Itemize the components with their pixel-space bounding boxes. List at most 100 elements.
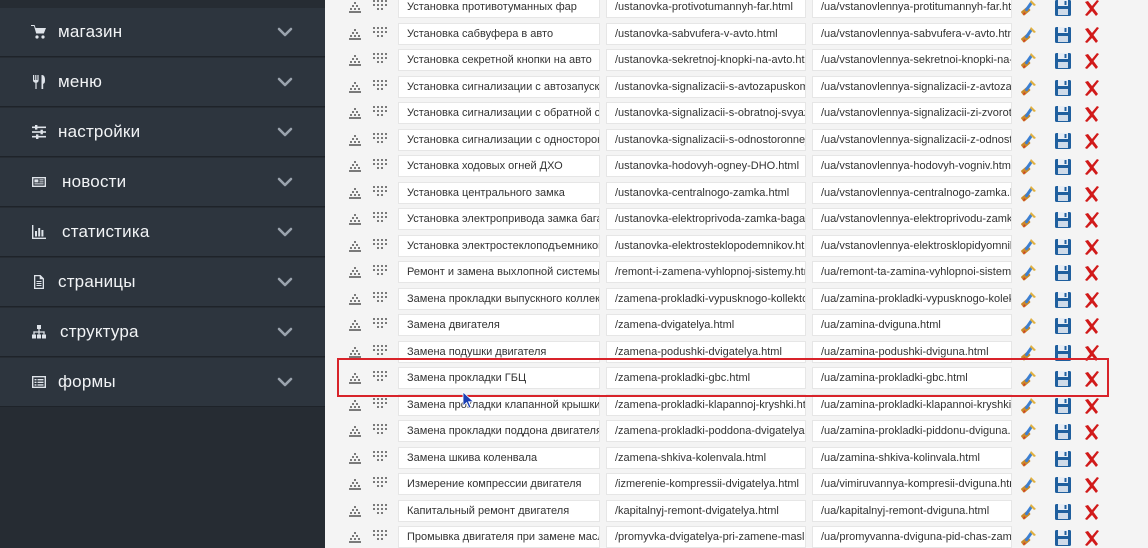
page-url-input[interactable]: /zamena-shkiva-kolenvala.html bbox=[606, 446, 806, 469]
delete-icon[interactable] bbox=[1082, 104, 1102, 124]
reorder-handle-icon[interactable] bbox=[373, 159, 387, 169]
page-url-input[interactable]: /izmerenie-kompressii-dvigatelya.html bbox=[606, 473, 806, 495]
drag-handle-icon[interactable] bbox=[349, 81, 361, 93]
edit-tools-icon[interactable] bbox=[1019, 131, 1039, 151]
page-url-input[interactable]: /ustanovka-sekretnoj-knopki-na-avto.html bbox=[606, 49, 806, 71]
sidebar-item-forms[interactable]: формы bbox=[0, 358, 325, 407]
reorder-handle-icon[interactable] bbox=[373, 450, 387, 461]
edit-tools-icon[interactable] bbox=[1019, 290, 1039, 310]
edit-tools-icon[interactable] bbox=[1019, 396, 1039, 416]
chevron-down-icon[interactable] bbox=[276, 23, 294, 41]
edit-tools-icon[interactable] bbox=[1019, 502, 1039, 522]
page-name-input[interactable]: Установка электростеклоподъемников bbox=[398, 234, 600, 257]
page-ua-url-input[interactable]: /ua/vstanovlennya-signalizacii-z-odnosto… bbox=[812, 128, 1012, 151]
save-icon[interactable] bbox=[1053, 396, 1073, 416]
save-icon[interactable] bbox=[1053, 104, 1073, 124]
page-url-input[interactable]: /ustanovka-signalizacii-s-avtozapuskom.h… bbox=[606, 75, 806, 98]
delete-icon[interactable] bbox=[1082, 290, 1102, 310]
page-name-input[interactable]: Замена шкива коленвала bbox=[398, 446, 600, 469]
delete-icon[interactable] bbox=[1082, 157, 1102, 177]
drag-handle-icon[interactable] bbox=[349, 214, 361, 225]
drag-handle-icon[interactable] bbox=[349, 161, 361, 172]
page-ua-url-input[interactable]: /ua/zamina-prokladki-piddonu-dviguna.htm… bbox=[812, 420, 1012, 442]
page-name-input[interactable]: Замена двигателя bbox=[398, 314, 600, 336]
drag-handle-icon[interactable] bbox=[349, 293, 361, 305]
save-icon[interactable] bbox=[1053, 210, 1073, 230]
page-url-input[interactable]: /ustanovka-protivotumannyh-far.html bbox=[606, 0, 806, 18]
save-icon[interactable] bbox=[1053, 51, 1073, 71]
page-name-input[interactable]: Установка сигнализации с автозапуском bbox=[398, 75, 600, 98]
delete-icon[interactable] bbox=[1082, 369, 1102, 389]
save-icon[interactable] bbox=[1053, 343, 1073, 363]
edit-tools-icon[interactable] bbox=[1019, 263, 1039, 283]
reorder-handle-icon[interactable] bbox=[373, 530, 387, 540]
delete-icon[interactable] bbox=[1082, 131, 1102, 151]
page-ua-url-input[interactable]: /ua/vstanovlennya-sabvufera-v-avto.html bbox=[812, 22, 1012, 45]
sidebar-item-news[interactable]: новости bbox=[0, 158, 325, 207]
page-name-input[interactable]: Установка ходовых огней ДХО bbox=[398, 155, 600, 177]
chevron-down-icon[interactable] bbox=[276, 323, 294, 341]
delete-icon[interactable] bbox=[1082, 263, 1102, 283]
edit-tools-icon[interactable] bbox=[1019, 316, 1039, 336]
save-icon[interactable] bbox=[1053, 502, 1073, 522]
save-icon[interactable] bbox=[1053, 131, 1073, 151]
delete-icon[interactable] bbox=[1082, 528, 1102, 548]
sidebar-item-statistics[interactable]: статистика bbox=[0, 208, 325, 257]
page-ua-url-input[interactable]: /ua/vstanovlennya-elektrosklopidyomnikiv… bbox=[812, 234, 1012, 257]
delete-icon[interactable] bbox=[1082, 78, 1102, 98]
page-name-input[interactable]: Замена прокладки поддона двигателя bbox=[398, 420, 600, 442]
reorder-handle-icon[interactable] bbox=[373, 132, 387, 143]
delete-icon[interactable] bbox=[1082, 396, 1102, 416]
save-icon[interactable] bbox=[1053, 475, 1073, 495]
chevron-down-icon[interactable] bbox=[276, 373, 294, 391]
page-ua-url-input[interactable]: /ua/zamina-prokladki-vypusknogo-kolektor… bbox=[812, 287, 1012, 310]
edit-tools-icon[interactable] bbox=[1019, 104, 1039, 124]
drag-handle-icon[interactable] bbox=[349, 532, 361, 543]
reorder-handle-icon[interactable] bbox=[373, 397, 387, 408]
delete-icon[interactable] bbox=[1082, 449, 1102, 469]
sidebar-item-structure[interactable]: структура bbox=[0, 308, 325, 357]
sidebar-item-menu[interactable]: меню bbox=[0, 58, 325, 107]
edit-tools-icon[interactable] bbox=[1019, 78, 1039, 98]
page-ua-url-input[interactable]: /ua/zamina-prokladki-klapannoi-kryshki.h… bbox=[812, 393, 1012, 416]
page-name-input[interactable]: Установка сабвуфера в авто bbox=[398, 22, 600, 45]
drag-handle-icon[interactable] bbox=[349, 134, 361, 146]
reorder-handle-icon[interactable] bbox=[373, 371, 387, 381]
page-url-input[interactable]: /ustanovka-centralnogo-zamka.html bbox=[606, 181, 806, 204]
page-url-input[interactable]: /ustanovka-hodovyh-ogney-DHO.html bbox=[606, 155, 806, 177]
edit-tools-icon[interactable] bbox=[1019, 237, 1039, 257]
page-name-input[interactable]: Промывка двигателя при замене масла bbox=[398, 526, 600, 548]
page-url-input[interactable]: /ustanovka-elektroprivoda-zamka-bagazhni… bbox=[606, 208, 806, 230]
edit-tools-icon[interactable] bbox=[1019, 0, 1039, 18]
reorder-handle-icon[interactable] bbox=[373, 424, 387, 434]
delete-icon[interactable] bbox=[1082, 502, 1102, 522]
edit-tools-icon[interactable] bbox=[1019, 528, 1039, 548]
page-name-input[interactable]: Установка секретной кнопки на авто bbox=[398, 49, 600, 71]
save-icon[interactable] bbox=[1053, 184, 1073, 204]
page-name-input[interactable]: Установка электропривода замка багажника bbox=[398, 208, 600, 230]
page-url-input[interactable]: /ustanovka-elektrosteklopodemnikov.html bbox=[606, 234, 806, 257]
page-url-input[interactable]: /ustanovka-sabvufera-v-avto.html bbox=[606, 22, 806, 45]
page-url-input[interactable]: /remont-i-zamena-vyhlopnoj-sistemy.html bbox=[606, 261, 806, 283]
page-url-input[interactable]: /ustanovka-signalizacii-s-odnostoronnej.… bbox=[606, 128, 806, 151]
drag-handle-icon[interactable] bbox=[349, 28, 361, 40]
drag-handle-icon[interactable] bbox=[349, 346, 361, 358]
save-icon[interactable] bbox=[1053, 0, 1073, 18]
edit-tools-icon[interactable] bbox=[1019, 51, 1039, 71]
page-url-input[interactable]: /promyvka-dvigatelya-pri-zamene-masla.ht… bbox=[606, 526, 806, 548]
drag-handle-icon[interactable] bbox=[349, 426, 361, 437]
page-url-input[interactable]: /zamena-podushki-dvigatelya.html bbox=[606, 340, 806, 363]
page-url-input[interactable]: /zamena-prokladki-poddona-dvigatelya.htm… bbox=[606, 420, 806, 442]
edit-tools-icon[interactable] bbox=[1019, 369, 1039, 389]
reorder-handle-icon[interactable] bbox=[373, 26, 387, 37]
sidebar-item-settings[interactable]: настройки bbox=[0, 108, 325, 157]
page-ua-url-input[interactable]: /ua/vstanovlennya-sekretnoi-knopki-na-av… bbox=[812, 49, 1012, 71]
save-icon[interactable] bbox=[1053, 78, 1073, 98]
page-ua-url-input[interactable]: /ua/zamina-shkiva-kolinvala.html bbox=[812, 446, 1012, 469]
drag-handle-icon[interactable] bbox=[349, 55, 361, 66]
page-name-input[interactable]: Замена прокладки клапанной крышки bbox=[398, 393, 600, 416]
page-ua-url-input[interactable]: /ua/vstanovlennya-hodovyh-vogniv.html bbox=[812, 155, 1012, 177]
sidebar-item-pages[interactable]: страницы bbox=[0, 258, 325, 307]
reorder-handle-icon[interactable] bbox=[373, 212, 387, 222]
page-url-input[interactable]: /zamena-dvigatelya.html bbox=[606, 314, 806, 336]
